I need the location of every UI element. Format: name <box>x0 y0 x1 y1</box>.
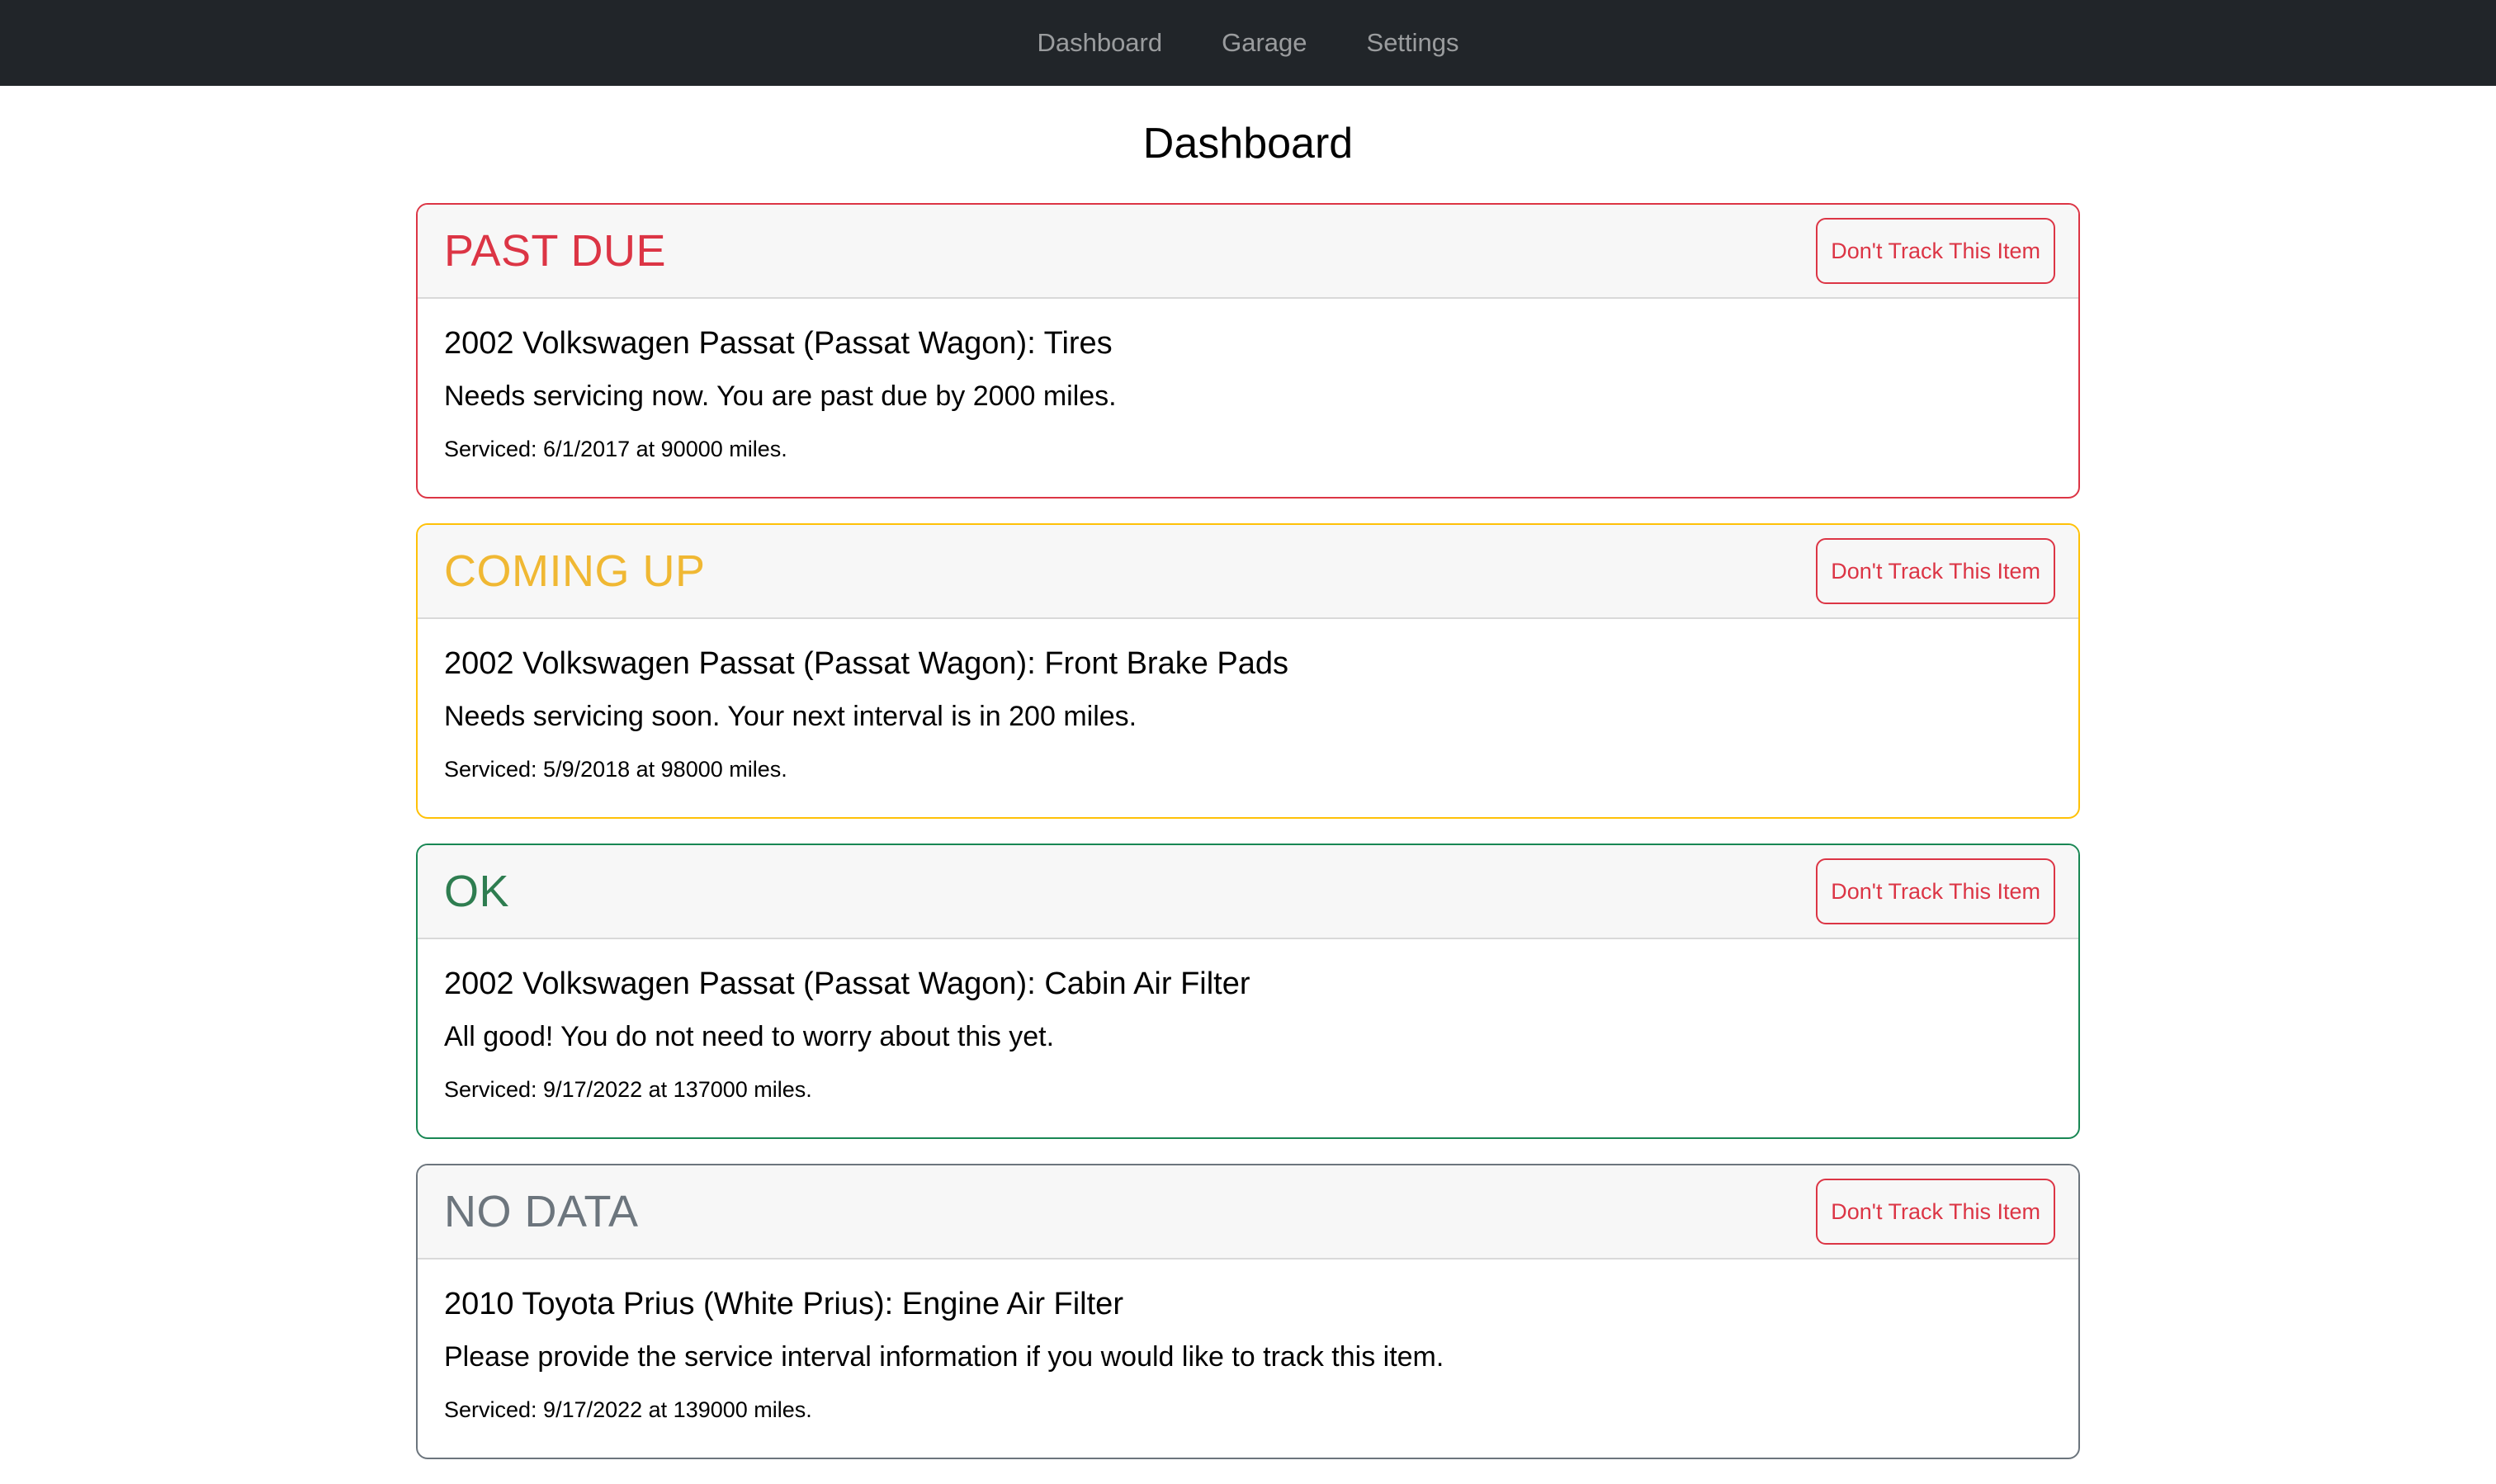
item-serviced-info: Serviced: 9/17/2022 at 139000 miles. <box>444 1397 812 1422</box>
item-title: 2010 Toyota Prius (White Prius): Engine … <box>444 1287 1123 1321</box>
status-label: OK <box>444 867 510 916</box>
card-header: OK Don't Track This Item <box>418 845 2078 939</box>
item-serviced-info: Serviced: 6/1/2017 at 90000 miles. <box>444 437 787 461</box>
card-body: 2010 Toyota Prius (White Prius): Engine … <box>418 1260 2078 1425</box>
card-header: PAST DUE Don't Track This Item <box>418 205 2078 299</box>
maintenance-card-past-due: PAST DUE Don't Track This Item 2002 Volk… <box>416 203 2080 499</box>
maintenance-card-coming-up: COMING UP Don't Track This Item 2002 Vol… <box>416 523 2080 819</box>
card-header: COMING UP Don't Track This Item <box>418 525 2078 619</box>
item-status-text: All good! You do not need to worry about… <box>444 1021 1055 1052</box>
dont-track-button[interactable]: Don't Track This Item <box>1816 1179 2055 1245</box>
item-title: 2002 Volkswagen Passat (Passat Wagon): T… <box>444 326 1113 361</box>
status-label: PAST DUE <box>444 226 667 276</box>
nav-links: Dashboard Garage Settings <box>1007 28 1488 58</box>
item-status-text: Needs servicing soon. Your next interval… <box>444 701 1137 732</box>
dont-track-button[interactable]: Don't Track This Item <box>1816 858 2055 924</box>
maintenance-card-no-data: NO DATA Don't Track This Item 2010 Toyot… <box>416 1164 2080 1459</box>
card-body: 2002 Volkswagen Passat (Passat Wagon): T… <box>418 299 2078 464</box>
dont-track-button[interactable]: Don't Track This Item <box>1816 538 2055 604</box>
dont-track-button[interactable]: Don't Track This Item <box>1816 218 2055 284</box>
card-header: NO DATA Don't Track This Item <box>418 1165 2078 1260</box>
status-label: COMING UP <box>444 546 706 596</box>
card-body: 2002 Volkswagen Passat (Passat Wagon): C… <box>418 939 2078 1104</box>
item-serviced-info: Serviced: 5/9/2018 at 98000 miles. <box>444 757 787 782</box>
nav-link-dashboard[interactable]: Dashboard <box>1007 28 1192 58</box>
card-body: 2002 Volkswagen Passat (Passat Wagon): F… <box>418 619 2078 784</box>
maintenance-card-ok: OK Don't Track This Item 2002 Volkswagen… <box>416 844 2080 1139</box>
item-status-text: Needs servicing now. You are past due by… <box>444 380 1117 412</box>
item-status-text: Please provide the service interval info… <box>444 1341 1444 1373</box>
item-title: 2002 Volkswagen Passat (Passat Wagon): F… <box>444 646 1289 681</box>
maintenance-card-list: PAST DUE Don't Track This Item 2002 Volk… <box>416 203 2080 1484</box>
page-title: Dashboard <box>1142 120 1354 168</box>
item-title: 2002 Volkswagen Passat (Passat Wagon): C… <box>444 966 1250 1001</box>
item-serviced-info: Serviced: 9/17/2022 at 137000 miles. <box>444 1077 812 1102</box>
top-navbar: Dashboard Garage Settings <box>0 0 2496 86</box>
nav-link-settings[interactable]: Settings <box>1337 28 1489 58</box>
status-label: NO DATA <box>444 1187 639 1236</box>
nav-link-garage[interactable]: Garage <box>1192 28 1336 58</box>
